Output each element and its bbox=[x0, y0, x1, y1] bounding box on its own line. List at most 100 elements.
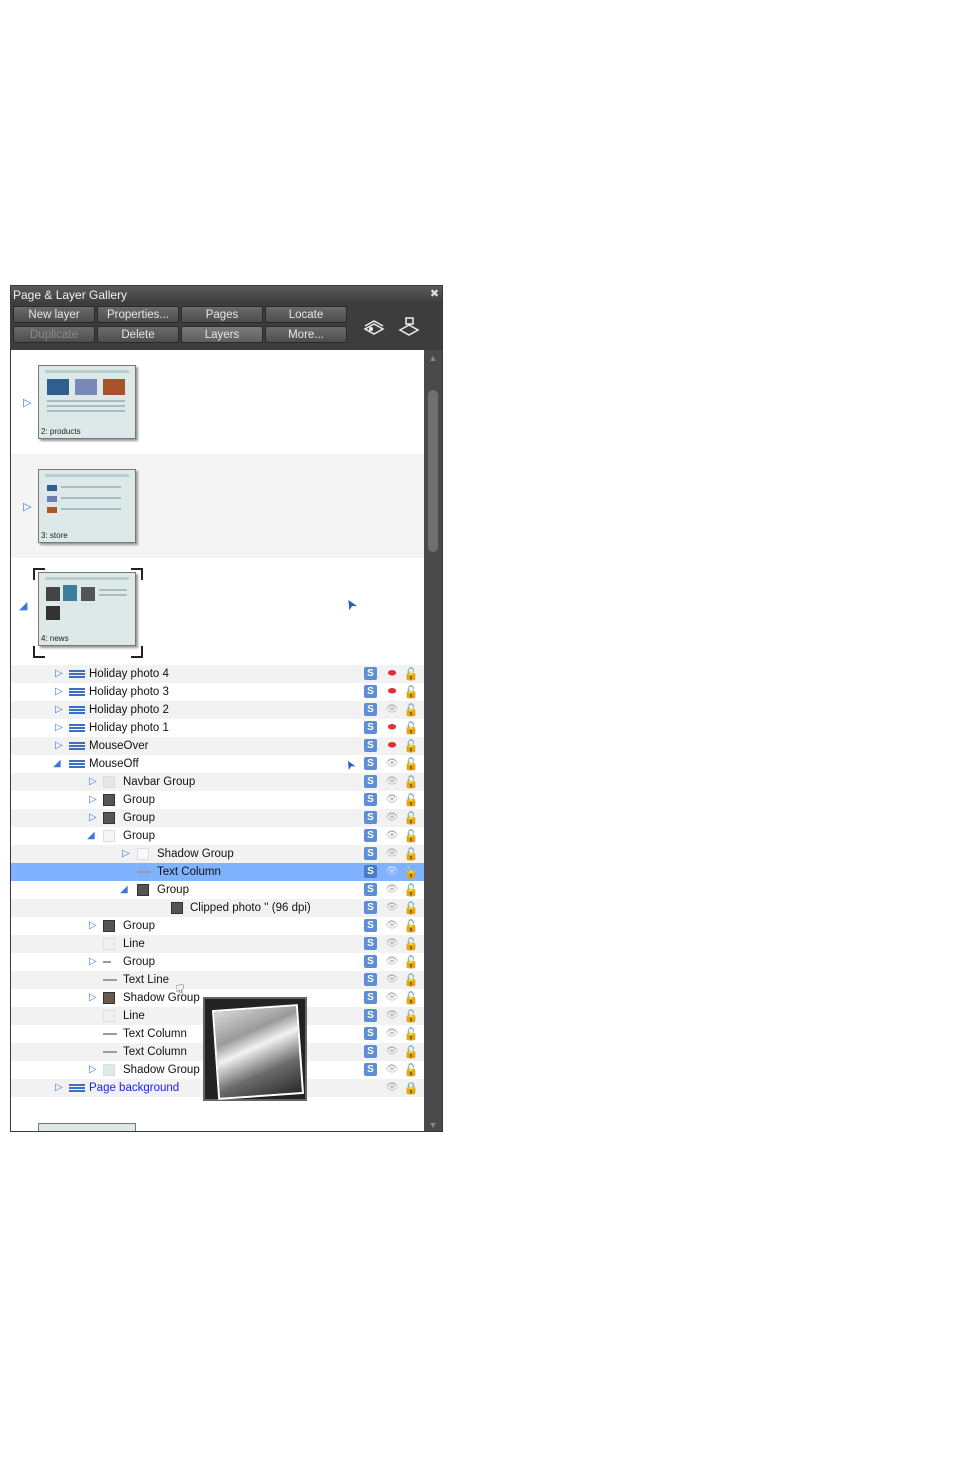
lock-icon[interactable]: 🔓 bbox=[403, 684, 419, 700]
duplicate-button[interactable]: Duplicate bbox=[13, 326, 95, 343]
collapse-icon[interactable]: ◢ bbox=[120, 881, 128, 899]
state-icon[interactable]: S bbox=[364, 685, 377, 698]
state-icon[interactable]: S bbox=[364, 739, 377, 752]
eye-icon[interactable]: 👁 bbox=[384, 794, 400, 805]
lock-icon[interactable]: 🔓 bbox=[403, 774, 419, 790]
state-icon[interactable]: S bbox=[364, 955, 377, 968]
lock-icon[interactable]: 🔓 bbox=[403, 990, 419, 1006]
eye-icon[interactable]: 👁 bbox=[384, 866, 400, 877]
lock-icon[interactable]: 🔓 bbox=[403, 936, 419, 952]
eye-icon[interactable]: 👁 bbox=[384, 758, 400, 769]
collapse-icon[interactable]: ◢ bbox=[19, 600, 27, 612]
page-thumbnail[interactable]: 3: store bbox=[38, 469, 136, 543]
layer-row[interactable]: ▷ Holiday photo 4 S ⬬ 🔓 bbox=[11, 665, 426, 683]
object-row[interactable]: ▷ Group S 👁 🔓 bbox=[11, 917, 426, 935]
object-row[interactable]: ▷ Group S 👁 🔓 bbox=[11, 809, 426, 827]
expand-icon[interactable]: ▷ bbox=[55, 665, 63, 683]
eye-icon[interactable]: 👁 bbox=[384, 776, 400, 787]
layer-row[interactable]: ▷ Holiday photo 3 S ⬬ 🔓 bbox=[11, 683, 426, 701]
page-thumbnail[interactable]: 2: products bbox=[38, 365, 136, 439]
state-icon[interactable]: S bbox=[364, 1009, 377, 1022]
eye-icon[interactable]: 👁 bbox=[384, 830, 400, 841]
expand-icon[interactable]: ▷ bbox=[89, 809, 97, 827]
collapse-icon[interactable]: ◢ bbox=[53, 755, 61, 773]
expand-icon[interactable]: ▷ bbox=[55, 737, 63, 755]
properties-button[interactable]: Properties... bbox=[97, 306, 179, 323]
expand-icon[interactable]: ▷ bbox=[55, 683, 63, 701]
state-icon[interactable]: S bbox=[364, 829, 377, 842]
state-icon[interactable]: S bbox=[364, 1045, 377, 1058]
eye-icon[interactable]: 👁 bbox=[384, 1010, 400, 1021]
eye-icon[interactable]: 👁 bbox=[384, 1064, 400, 1075]
lock-icon[interactable]: 🔓 bbox=[403, 810, 419, 826]
page-thumbnail[interactable]: 4: news bbox=[38, 572, 136, 646]
state-icon[interactable]: S bbox=[364, 865, 377, 878]
object-row[interactable]: ▷ Navbar Group S 👁 🔓 bbox=[11, 773, 426, 791]
scroll-up-icon[interactable]: ▲ bbox=[428, 353, 438, 363]
lock-icon[interactable]: 🔓 bbox=[403, 756, 419, 772]
eye-closed-icon[interactable]: ⬬ bbox=[384, 722, 400, 733]
state-icon[interactable]: S bbox=[364, 703, 377, 716]
expand-icon[interactable]: ▷ bbox=[89, 773, 97, 791]
expand-icon[interactable]: ▷ bbox=[89, 989, 97, 1007]
new-layer-button[interactable]: New layer bbox=[13, 306, 95, 323]
scroll-down-icon[interactable]: ▼ bbox=[428, 1120, 438, 1130]
delete-button[interactable]: Delete bbox=[97, 326, 179, 343]
state-icon[interactable]: S bbox=[364, 667, 377, 680]
state-icon[interactable]: S bbox=[364, 847, 377, 860]
layer-row[interactable]: ◢ MouseOff ➤ S 👁 🔓 bbox=[11, 755, 426, 773]
eye-icon[interactable]: 👁 bbox=[384, 938, 400, 949]
eye-icon[interactable]: 👁 bbox=[384, 956, 400, 967]
lock-icon[interactable]: 🔓 bbox=[403, 792, 419, 808]
layer-row[interactable]: ▷ Holiday photo 1 S ⬬ 🔓 bbox=[11, 719, 426, 737]
lock-icon[interactable]: 🔓 bbox=[403, 1008, 419, 1024]
expand-icon[interactable]: ▷ bbox=[55, 701, 63, 719]
object-row[interactable]: Text Line S 👁 🔓 bbox=[11, 971, 426, 989]
eye-icon[interactable]: 👁 bbox=[384, 848, 400, 859]
eye-closed-icon[interactable]: ⬬ bbox=[384, 740, 400, 751]
layers-button[interactable]: Layers bbox=[181, 326, 263, 343]
lock-icon[interactable]: 🔓 bbox=[403, 918, 419, 934]
lock-icon[interactable]: 🔓 bbox=[403, 1026, 419, 1042]
pages-button[interactable]: Pages bbox=[181, 306, 263, 323]
eye-icon[interactable]: 👁 bbox=[384, 884, 400, 895]
page-item-store[interactable]: ▷ 3: store bbox=[11, 454, 426, 558]
lock-closed-icon[interactable]: 🔒 bbox=[403, 1080, 419, 1096]
expand-icon[interactable]: ▷ bbox=[55, 719, 63, 737]
state-icon[interactable]: S bbox=[364, 757, 377, 770]
eye-icon[interactable]: 👁 bbox=[384, 1082, 400, 1093]
state-icon[interactable]: S bbox=[364, 991, 377, 1004]
lock-all-layers-icon[interactable] bbox=[397, 315, 421, 339]
eye-icon[interactable]: 👁 bbox=[384, 974, 400, 985]
lock-icon[interactable]: 🔓 bbox=[403, 702, 419, 718]
expand-icon[interactable]: ▷ bbox=[23, 501, 31, 513]
eye-icon[interactable]: 👁 bbox=[384, 920, 400, 931]
eye-closed-icon[interactable]: ⬬ bbox=[384, 668, 400, 679]
expand-icon[interactable]: ▷ bbox=[122, 845, 130, 863]
state-icon[interactable]: S bbox=[364, 793, 377, 806]
object-row[interactable]: ◢ Group S 👁 🔓 bbox=[11, 827, 426, 845]
object-row[interactable]: ◢ Group S 👁 🔓 bbox=[11, 881, 426, 899]
close-icon[interactable]: ✖ bbox=[429, 289, 440, 300]
lock-icon[interactable]: 🔓 bbox=[403, 828, 419, 844]
object-row-selected[interactable]: Text Column S 👁 🔓 bbox=[11, 863, 426, 881]
page-item-products[interactable]: ▷ 2: products bbox=[11, 350, 426, 454]
state-icon[interactable]: S bbox=[364, 937, 377, 950]
state-icon[interactable]: S bbox=[364, 901, 377, 914]
expand-icon[interactable]: ▷ bbox=[55, 1079, 63, 1097]
expand-icon[interactable]: ▷ bbox=[89, 1061, 97, 1079]
lock-icon[interactable]: 🔓 bbox=[403, 846, 419, 862]
eye-closed-icon[interactable]: ⬬ bbox=[384, 686, 400, 697]
expand-icon[interactable]: ▷ bbox=[89, 953, 97, 971]
lock-icon[interactable]: 🔓 bbox=[403, 900, 419, 916]
object-row[interactable]: ▷ Shadow Group S 👁 🔓 bbox=[11, 845, 426, 863]
lock-icon[interactable]: 🔓 bbox=[403, 1062, 419, 1078]
lock-icon[interactable]: 🔓 bbox=[403, 1044, 419, 1060]
eye-icon[interactable]: 👁 bbox=[384, 992, 400, 1003]
state-icon[interactable]: S bbox=[364, 775, 377, 788]
show-all-layers-icon[interactable] bbox=[362, 315, 386, 339]
lock-icon[interactable]: 🔓 bbox=[403, 738, 419, 754]
page-item-news[interactable]: ◢ 4: news ➤ bbox=[11, 558, 426, 662]
eye-icon[interactable]: 👁 bbox=[384, 902, 400, 913]
state-icon[interactable]: S bbox=[364, 919, 377, 932]
